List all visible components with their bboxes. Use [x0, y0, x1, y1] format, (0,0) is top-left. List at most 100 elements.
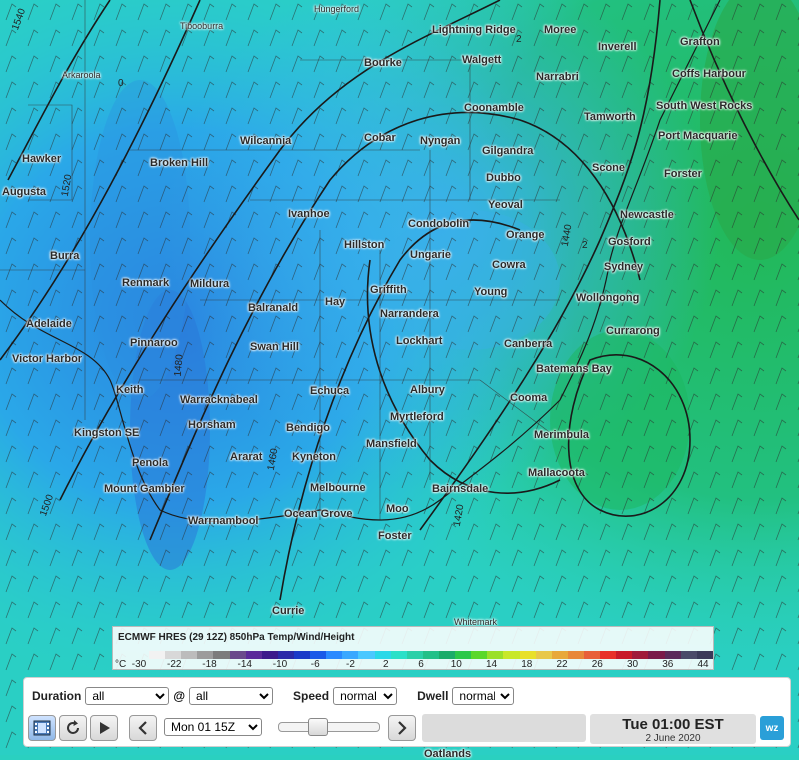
place-label: Coffs Harbour [672, 68, 746, 80]
legend-ticks: -30 -22 -18 -14 -10 -6 -2 2 6 10 14 18 22 26 30 36 44 [113, 659, 715, 671]
valid-time-display: Tue 01:00 EST 2 June 2020 [590, 714, 756, 744]
legend-swatch [567, 651, 584, 659]
legend-swatch [487, 651, 504, 659]
place-label: Mildura [190, 278, 230, 290]
legend-swatch [519, 651, 536, 659]
weatherzone-logo[interactable]: wz [760, 716, 784, 740]
contour-label: 2 [516, 34, 522, 45]
place-label: Renmark [122, 277, 170, 289]
legend-swatch [149, 651, 166, 659]
place-label: Balranald [248, 302, 299, 314]
animation-control-panel: Duration all @ all Speed normal Dwell no… [23, 677, 791, 747]
place-label: Batemans Bay [536, 363, 612, 375]
legend-swatch [471, 651, 488, 659]
contour-label: 1480 [172, 353, 186, 378]
place-label: Ararat [230, 451, 263, 463]
place-label: Hay [325, 296, 346, 308]
frame-slider-track[interactable] [278, 722, 380, 732]
legend-swatch [503, 651, 520, 659]
film-icon [33, 720, 51, 736]
place-label: Arkaroola [62, 70, 101, 80]
frame-slider-thumb[interactable] [308, 718, 328, 736]
place-label: Coonamble [464, 102, 524, 114]
legend-swatch [374, 651, 391, 659]
legend-tick: -10 [272, 659, 288, 670]
legend-tick: 22 [556, 659, 568, 670]
place-label: Victor Harbor [12, 353, 83, 365]
place-label: Keith [116, 384, 144, 396]
place-label: Swan Hill [250, 341, 299, 353]
reload-button[interactable] [59, 715, 87, 741]
legend-tick: 14 [485, 659, 498, 670]
legend-swatch [664, 651, 681, 659]
legend-title: ECMWF HRES (29 12Z) 850hPa Temp/Wind/Hei… [118, 632, 355, 643]
legend-swatch [390, 651, 407, 659]
place-label: Ungarie [410, 249, 451, 261]
place-label: Sydney [604, 261, 644, 273]
legend-tick: -18 [202, 659, 217, 670]
legend-swatch [696, 651, 713, 659]
place-label: Canberra [504, 338, 553, 350]
place-label: Hillston [344, 239, 385, 251]
legend-swatch [293, 651, 311, 659]
prev-frame-button[interactable] [129, 715, 157, 741]
place-label: Mallacoota [528, 467, 585, 479]
legend-swatch [213, 651, 230, 659]
options-row: Duration all @ all Speed normal Dwell no… [32, 686, 515, 706]
place-label: Moree [544, 24, 577, 36]
at-symbol: @ [173, 689, 186, 703]
speed-select[interactable]: normal [333, 687, 398, 705]
at-select[interactable]: all [189, 687, 274, 705]
legend-tick: 26 [591, 659, 603, 670]
place-label: Merimbula [534, 429, 590, 441]
place-label: Warracknabeal [180, 394, 258, 406]
logo-text: wz [765, 722, 779, 734]
reload-icon [67, 720, 79, 734]
place-label: Lockhart [396, 335, 443, 347]
legend-swatch [261, 651, 278, 659]
place-label: Walgett [462, 54, 502, 66]
legend-tick: -22 [167, 659, 182, 670]
place-label: Tamworth [584, 111, 636, 123]
place-label: South West Rocks [656, 100, 753, 112]
valid-time: Tue 01:00 EST [622, 716, 724, 733]
film-button[interactable] [28, 715, 56, 741]
legend-swatch [438, 651, 456, 659]
legend-swatch [326, 651, 343, 659]
place-label: Young [474, 286, 508, 298]
place-label: Foster [378, 530, 412, 542]
place-label: Burra [50, 250, 80, 262]
legend-swatch [197, 651, 214, 659]
legend-tick: 6 [418, 659, 424, 670]
temperature-legend: ECMWF HRES (29 12Z) 850hPa Temp/Wind/Hei… [112, 626, 714, 670]
duration-label: Duration [32, 689, 82, 703]
place-label: Penola [132, 457, 169, 469]
legend-swatch [680, 651, 697, 659]
play-button[interactable] [90, 715, 118, 741]
place-label: Kingston SE [74, 427, 140, 439]
dwell-label: Dwell [417, 689, 449, 703]
duration-select[interactable]: all [85, 687, 170, 705]
place-label: Oatlands [424, 748, 472, 760]
next-frame-button[interactable] [388, 715, 416, 741]
legend-tick: -30 [131, 659, 147, 670]
place-label: Port Macquarie [658, 130, 738, 142]
place-label: Griffith [370, 284, 407, 296]
legend-swatch [165, 651, 182, 659]
place-label: Wollongong [576, 292, 640, 304]
contour-label: 2 [582, 240, 588, 251]
legend-swatch [277, 651, 294, 659]
place-label: Cooma [510, 392, 548, 404]
chevron-left-icon [138, 721, 147, 735]
legend-swatch [616, 651, 633, 659]
place-label: Narrandera [380, 308, 439, 320]
place-label: Tibooburra [180, 21, 224, 31]
legend-tick: -6 [310, 659, 320, 670]
place-label: Narrabri [536, 71, 579, 83]
frame-select[interactable]: Mon 01 15Z [164, 718, 262, 736]
dwell-select[interactable]: normal [452, 687, 515, 705]
legend-swatch [455, 651, 472, 659]
place-label: Ivanhoe [288, 208, 330, 220]
speed-label: Speed [293, 689, 330, 703]
place-label: Mount Gambier [104, 483, 185, 495]
